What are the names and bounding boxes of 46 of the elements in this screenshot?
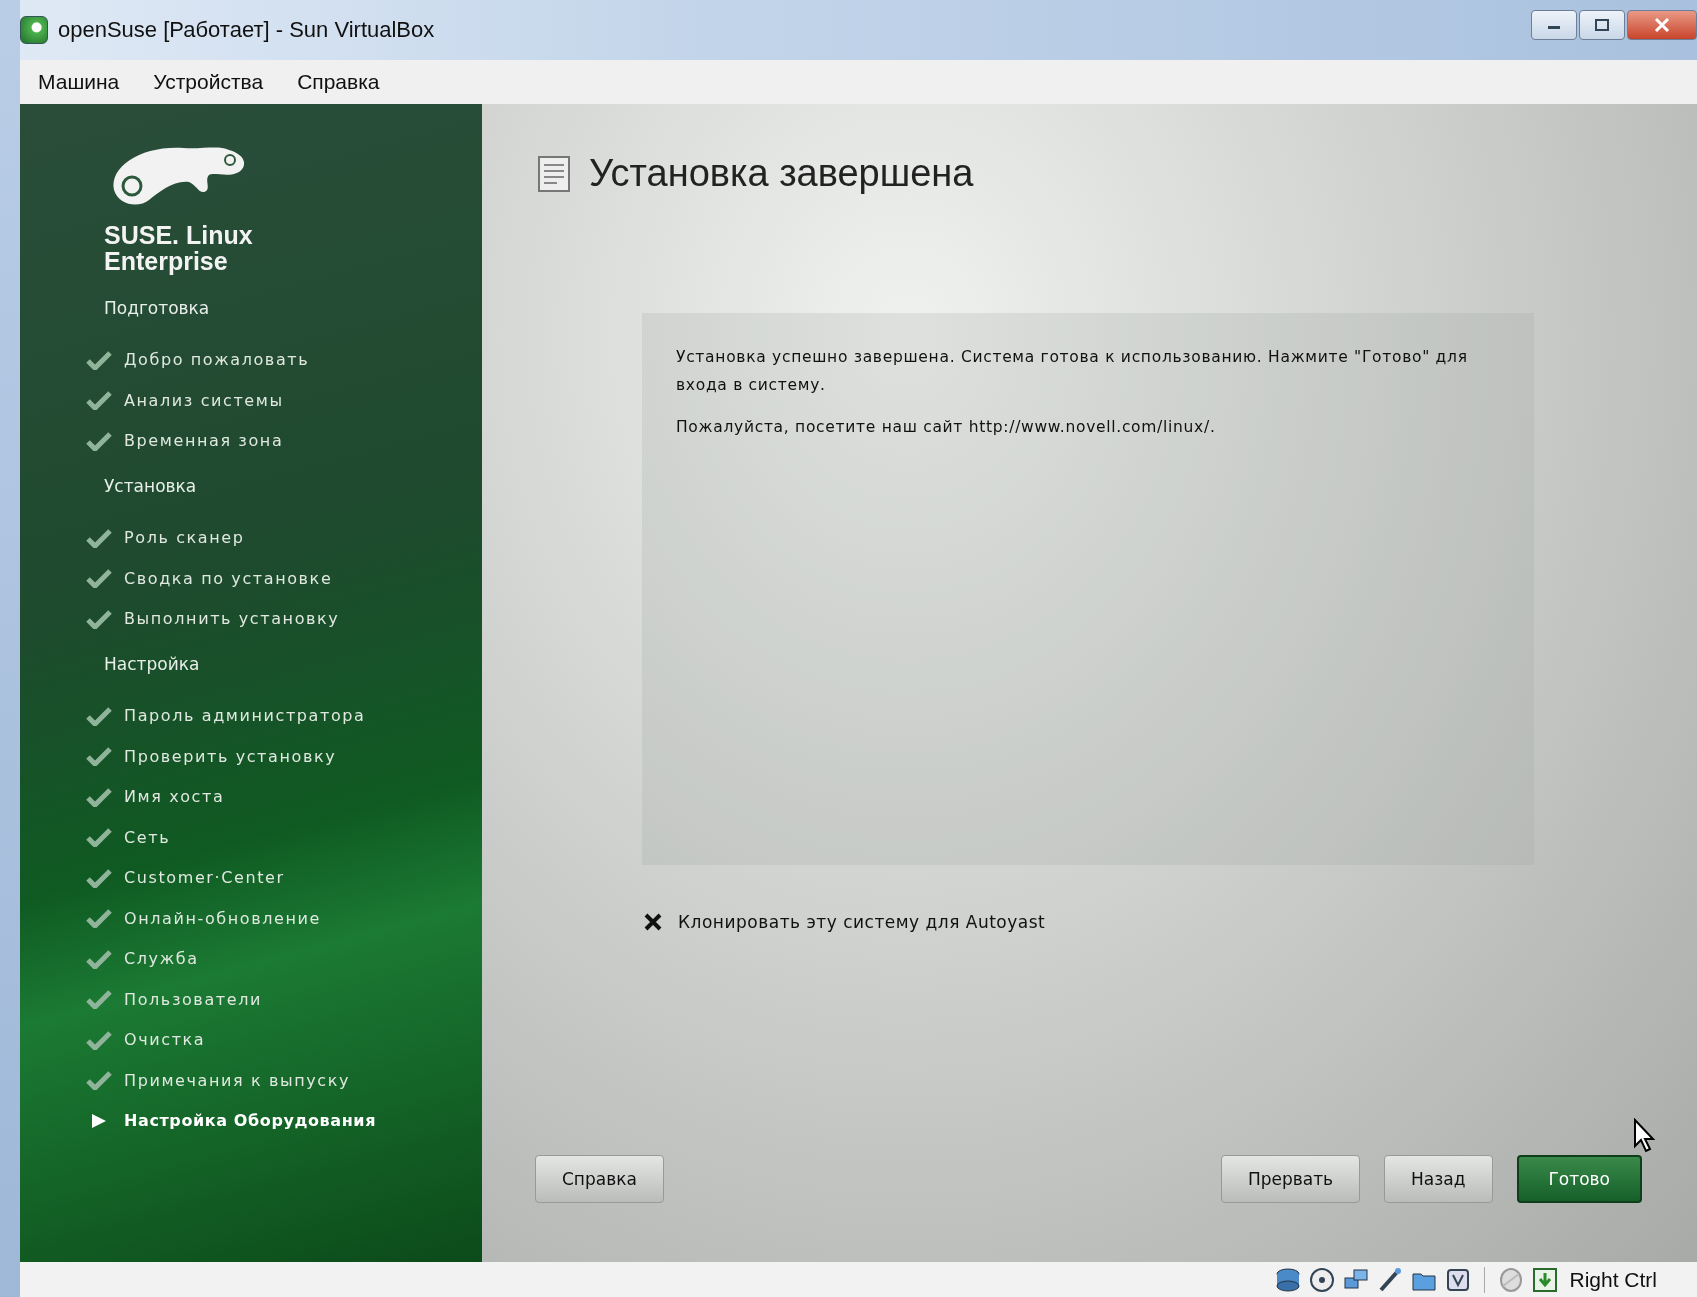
step-label: Временная зона	[124, 431, 284, 450]
close-button[interactable]	[1627, 10, 1697, 40]
brand-name: SUSE. Linux Enterprise	[104, 222, 254, 274]
minimize-button[interactable]	[1531, 10, 1577, 40]
cd-icon	[1308, 1265, 1337, 1294]
dialog-button[interactable]: Назад	[1384, 1155, 1493, 1203]
step-label: Проверить установку	[124, 746, 337, 766]
menu-item[interactable]: Машина	[38, 70, 120, 94]
maximize-icon	[1594, 19, 1610, 31]
dialog-button[interactable]: Готово	[1516, 1155, 1642, 1203]
keyboard-capture-icon	[1531, 1265, 1560, 1294]
menu-item[interactable]: Устройства	[153, 70, 264, 94]
step-label: Сводка по установке	[124, 568, 333, 588]
step-label: Служба	[124, 949, 199, 968]
step-label: Примечания к выпуску	[124, 1070, 350, 1090]
mouse-pointer-icon	[1633, 1118, 1657, 1154]
step-label: Анализ системы	[124, 390, 284, 410]
step-label: Добро пожаловать	[124, 350, 310, 369]
section-heading: Установка	[104, 476, 198, 496]
window-title: openSuse [Работает] - Sun VirtualBox	[58, 17, 435, 43]
dialog-button[interactable]: Справка	[535, 1155, 664, 1203]
step-label: Настройка Оборудования	[124, 1111, 377, 1130]
page-title: Установка завершена	[589, 152, 974, 195]
dialog-button[interactable]: Прервать	[1220, 1155, 1361, 1203]
step-label: Сеть	[124, 827, 171, 847]
message-text: Пожалуйста, посетите наш сайт http://www.novell.com/linux/.	[676, 417, 1217, 438]
message-text: Установка успешно завершена. Система готова к использованию. Нажмите "Готово" для входа в систему.	[676, 347, 1469, 396]
step-label: Пользователи	[124, 989, 262, 1009]
step-label: Имя хоста	[124, 787, 225, 806]
section-heading: Подготовка	[104, 298, 211, 318]
step-label: Онлайн-обновление	[124, 908, 322, 928]
close-icon	[1654, 18, 1670, 32]
menu-item[interactable]: Справка	[297, 70, 380, 94]
step-label: Выполнить установку	[124, 609, 340, 628]
step-label: Customer·Center	[124, 868, 285, 887]
step-label: Пароль администратора	[124, 706, 366, 725]
checkbox-label[interactable]: Клонировать эту систему для Autoyast	[678, 912, 1046, 932]
document-icon	[537, 154, 571, 193]
section-heading: Настройка	[104, 654, 201, 674]
checkbox[interactable]	[642, 911, 664, 933]
hard-disk-icon	[1274, 1265, 1303, 1294]
maximize-button[interactable]	[1579, 10, 1625, 40]
step-label: Очистка	[124, 1030, 206, 1049]
step-label: Роль сканер	[124, 528, 245, 547]
host-key-label: Right Ctrl	[1569, 1267, 1657, 1292]
app-icon	[20, 16, 48, 44]
